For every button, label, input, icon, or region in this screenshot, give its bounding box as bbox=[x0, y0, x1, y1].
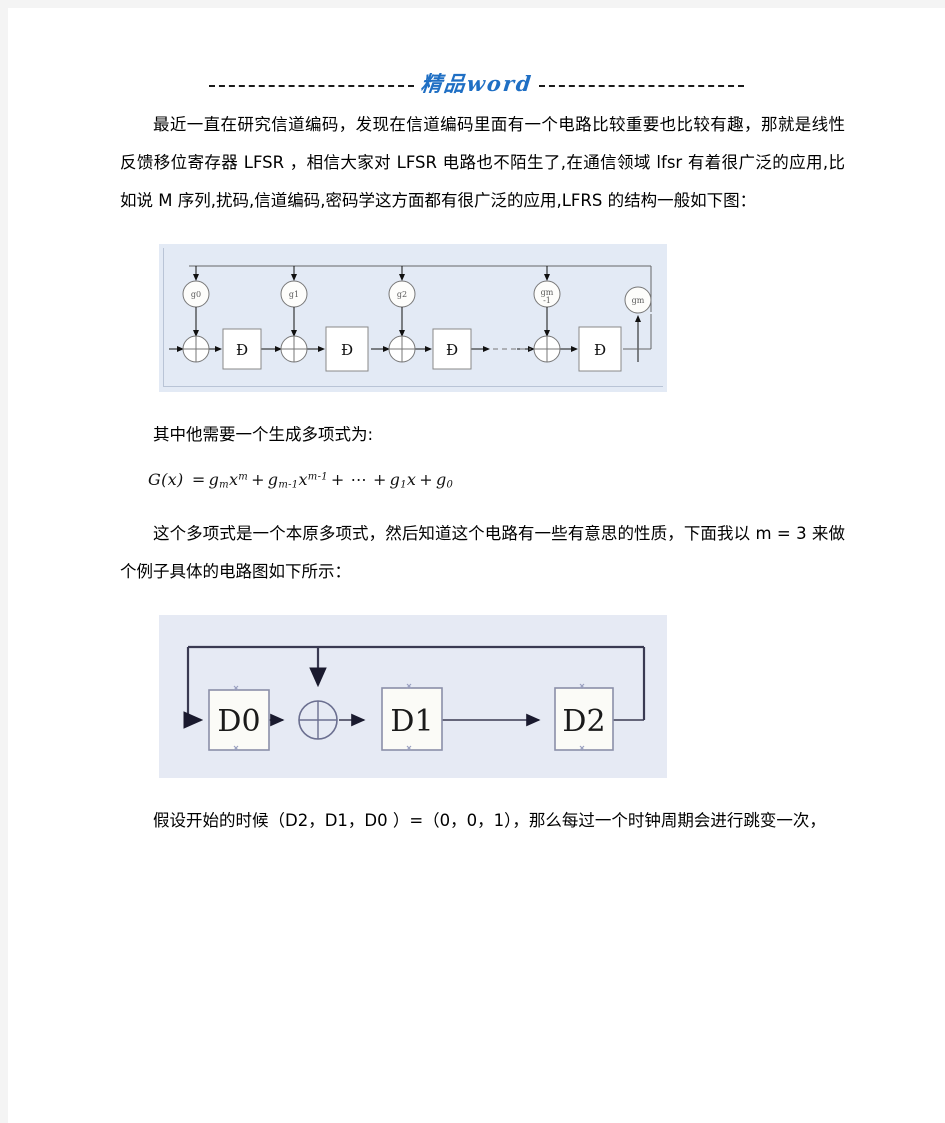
document-page: 精品word 最近一直在研究信道编码，发现在信道编码里面有一个电路比较重要也比较… bbox=[8, 8, 945, 1123]
figure-lfsr-m3: D0 D1 D2 bbox=[159, 614, 667, 778]
document-header: 精品word bbox=[8, 63, 945, 103]
formula-plus-3: + bbox=[372, 470, 387, 489]
formula-plus-4: + bbox=[419, 470, 433, 489]
formula-term-2: gm-1xm-1 bbox=[267, 470, 328, 491]
formula-ellipsis: ⋯ bbox=[350, 470, 367, 489]
paragraph-polynomial-lead: 其中他需要一个生成多项式为: bbox=[153, 425, 374, 444]
generator-polynomial-formula: G(x) = gmxm + gm-1xm-1 + ⋯ + g1x + g0 bbox=[148, 470, 845, 491]
register-label-d1: D1 bbox=[390, 704, 433, 739]
document-body: 最近一直在研究信道编码，发现在信道编码里面有一个电路比较重要也比较有趣，那就是线… bbox=[120, 106, 845, 840]
formula-term-4: g0 bbox=[435, 470, 454, 491]
formula-term-3: g1x bbox=[389, 470, 417, 491]
header-dashed-rule-right bbox=[539, 85, 745, 87]
register-label-d0: D0 bbox=[217, 704, 260, 739]
figure-lfsr-generic-wrapper: g0 g1 g2 gm -1 gm Ð Ð Ð Ð bbox=[120, 244, 845, 392]
formula-plus-2: + bbox=[330, 470, 345, 489]
formula-plus-1: + bbox=[251, 470, 265, 489]
header-dashed-rule-left bbox=[208, 85, 414, 87]
paragraph-initial-state: 假设开始的时候（D2，D1，D0 ）=（0，0，1），那么每过一个时钟周期会进行… bbox=[153, 810, 826, 830]
paragraph-primitive-polynomial: 这个多项式是一个本原多项式，然后知道这个电路有一些有意思的性质，下面我以 m =… bbox=[120, 523, 845, 581]
formula-lhs: G(x) bbox=[148, 470, 184, 489]
formula-equals: = bbox=[191, 470, 206, 489]
paragraph-intro: 最近一直在研究信道编码，发现在信道编码里面有一个电路比较重要也比较有趣，那就是线… bbox=[120, 115, 845, 210]
figure-lfsr-m3-svg: D0 D1 D2 bbox=[183, 645, 646, 751]
figure-lfsr-generic: g0 g1 g2 gm -1 gm Ð Ð Ð Ð bbox=[159, 244, 667, 392]
formula-term-1: gmxm bbox=[208, 470, 249, 491]
register-label-d2: D2 bbox=[562, 704, 605, 739]
header-watermark-text: 精品word bbox=[419, 71, 534, 96]
figure-inner-frame bbox=[163, 248, 663, 387]
figure-lfsr-m3-wrapper: D0 D1 D2 bbox=[120, 614, 845, 778]
